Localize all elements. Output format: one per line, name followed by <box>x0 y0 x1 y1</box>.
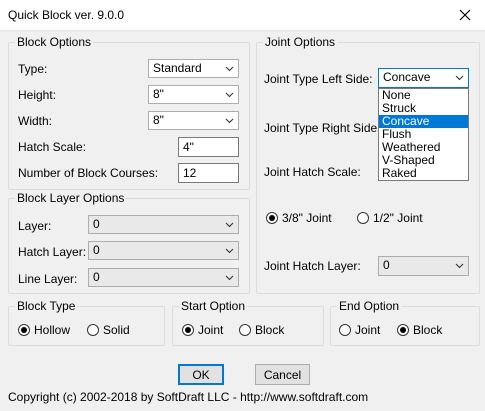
height-value: 8" <box>153 87 164 101</box>
copyright-text: Copyright (c) 2002-2018 by SoftDraft LLC… <box>8 390 369 404</box>
joint-right-side-label: Joint Type Right Side: <box>264 121 381 135</box>
joint-left-side-select[interactable]: Concave <box>378 68 469 88</box>
radio-button-icon <box>18 324 30 336</box>
block-type-label: Block Type <box>15 299 78 313</box>
hatch-layer-label: Hatch Layer: <box>18 245 87 259</box>
width-value: 8" <box>153 113 164 127</box>
block-type-solid-radio[interactable]: Solid <box>87 323 130 337</box>
type-label: Type: <box>18 62 48 76</box>
dropdown-option[interactable]: Raked <box>379 167 468 180</box>
block-type-hollow-label: Hollow <box>34 323 71 337</box>
hatch-layer-value: 0 <box>93 243 100 257</box>
end-option-block-radio[interactable]: Block <box>397 323 442 337</box>
joint-hatch-layer-value: 0 <box>383 258 390 272</box>
type-select[interactable]: Standard <box>148 59 239 78</box>
chevron-down-icon <box>225 248 234 254</box>
chevron-down-icon <box>225 118 234 124</box>
joint-size-1-2-radio[interactable]: 1/2" Joint <box>357 211 423 225</box>
line-layer-value: 0 <box>93 270 100 284</box>
hatch-layer-select[interactable]: 0 <box>88 241 239 260</box>
block-options-label: Block Options <box>15 35 94 49</box>
radio-button-icon <box>266 212 278 224</box>
window-title: Quick Block ver. 9.0.0 <box>8 8 125 22</box>
chevron-down-icon <box>225 275 234 281</box>
height-label: Height: <box>18 88 57 102</box>
radio-button-icon <box>339 324 351 336</box>
chevron-down-icon <box>225 92 234 98</box>
type-value: Standard <box>153 61 202 75</box>
end-option-label: End Option <box>337 299 402 313</box>
hatch-scale-label: Hatch Scale: <box>18 140 87 154</box>
close-button[interactable] <box>445 0 485 30</box>
chevron-down-icon <box>455 75 464 81</box>
radio-button-icon <box>357 212 369 224</box>
end-option-joint-label: Joint <box>355 323 381 337</box>
start-option-joint-radio[interactable]: Joint <box>182 323 223 337</box>
start-option-block-label: Block <box>255 323 285 337</box>
width-label: Width: <box>18 114 53 128</box>
cancel-button[interactable]: Cancel <box>255 364 310 385</box>
hatch-scale-input[interactable]: 4" <box>178 137 239 157</box>
joint-options-label: Joint Options <box>263 35 338 49</box>
layer-select[interactable]: 0 <box>88 215 239 234</box>
joint-size-3-8-radio[interactable]: 3/8" Joint <box>266 211 332 225</box>
joint-size-3-8-label: 3/8" Joint <box>282 211 332 225</box>
chevron-down-icon <box>455 263 464 269</box>
radio-button-icon <box>239 324 251 336</box>
title-bar: Quick Block ver. 9.0.0 <box>0 0 485 31</box>
layer-label: Layer: <box>18 219 52 233</box>
block-type-hollow-radio[interactable]: Hollow <box>18 323 70 337</box>
radio-button-icon <box>397 324 409 336</box>
radio-button-icon <box>87 324 99 336</box>
joint-hatch-layer-select[interactable]: 0 <box>378 256 469 276</box>
radio-button-icon <box>182 324 194 336</box>
height-select[interactable]: 8" <box>148 85 239 104</box>
courses-input[interactable]: 12 <box>178 163 239 183</box>
start-option-block-radio[interactable]: Block <box>239 323 284 337</box>
end-option-block-label: Block <box>413 323 443 337</box>
width-select[interactable]: 8" <box>148 111 239 130</box>
chevron-down-icon <box>225 222 234 228</box>
courses-label: Number of Block Courses: <box>18 166 159 180</box>
close-icon <box>459 9 471 21</box>
line-layer-label: Line Layer: <box>18 272 78 286</box>
joint-hatch-layer-label: Joint Hatch Layer: <box>264 259 361 273</box>
ok-button[interactable]: OK <box>178 364 224 385</box>
chevron-down-icon <box>225 66 234 72</box>
block-layer-options-label: Block Layer Options <box>15 191 127 205</box>
end-option-joint-radio[interactable]: Joint <box>339 323 380 337</box>
line-layer-select[interactable]: 0 <box>88 268 239 287</box>
joint-hatch-scale-label: Joint Hatch Scale: <box>264 165 361 179</box>
start-option-label: Start Option <box>179 299 248 313</box>
joint-left-side-dropdown-list[interactable]: None Struck Concave Flush Weathered V-Sh… <box>378 88 469 181</box>
joint-left-side-label: Joint Type Left Side: <box>264 72 373 86</box>
layer-value: 0 <box>93 217 100 231</box>
block-type-solid-label: Solid <box>103 323 130 337</box>
joint-size-1-2-label: 1/2" Joint <box>373 211 423 225</box>
start-option-joint-label: Joint <box>198 323 224 337</box>
joint-left-side-value: Concave <box>383 70 431 84</box>
